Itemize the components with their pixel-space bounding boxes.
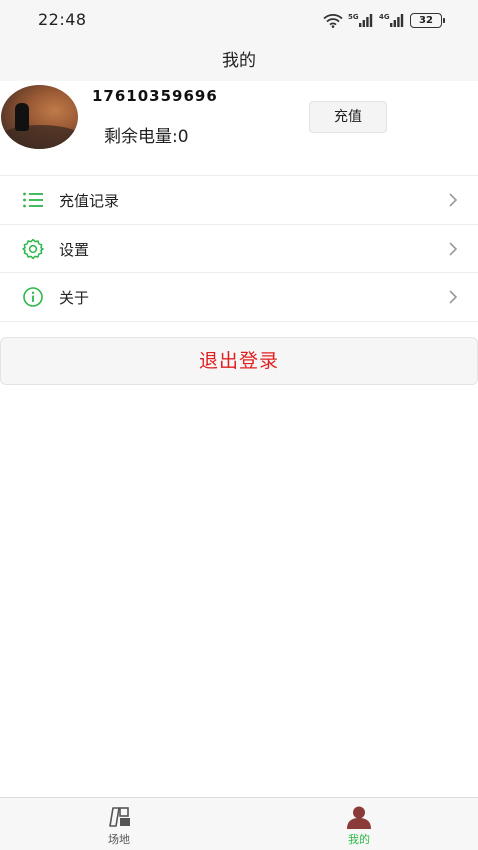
- user-phone: 17610359696: [92, 87, 218, 105]
- battery-level: 32: [419, 14, 433, 26]
- menu-item-label: 充值记录: [59, 192, 120, 210]
- avatar[interactable]: [1, 85, 78, 149]
- chevron-right-icon: [449, 193, 458, 207]
- person-icon: [347, 806, 371, 829]
- tab-mine[interactable]: 我的: [299, 798, 419, 850]
- tab-label: 我的: [348, 833, 370, 846]
- signal-4g-icon: 4G: [379, 13, 404, 27]
- menu-item-recharge-records[interactable]: 充值记录: [0, 176, 478, 225]
- menu-item-label: 设置: [59, 240, 90, 259]
- avatar-background: [1, 125, 78, 149]
- logout-button[interactable]: 退出登录: [0, 337, 478, 385]
- menu-item-about[interactable]: 关于: [0, 273, 478, 322]
- app-screen: 22:48 5G 4G 32 我的 17610359696 剩余电量:0 充值 …: [0, 0, 478, 850]
- status-icons: 5G 4G 32: [323, 11, 445, 29]
- wifi-icon: [323, 13, 343, 28]
- tab-venue[interactable]: 场地: [59, 798, 179, 850]
- avatar-figure: [15, 103, 29, 131]
- info-icon: [23, 287, 43, 307]
- battery-icon: 32: [410, 12, 445, 28]
- list-icon: [23, 192, 43, 208]
- tab-label: 场地: [108, 833, 130, 846]
- recharge-button[interactable]: 充值: [309, 101, 387, 133]
- gear-icon: [22, 238, 44, 259]
- venue-icon: [109, 807, 130, 827]
- status-time: 22:48: [38, 10, 87, 29]
- chevron-right-icon: [449, 290, 458, 304]
- signal-5g-icon: 5G: [348, 13, 373, 27]
- balance-text: 剩余电量:0: [104, 127, 189, 147]
- page-title: 我的: [222, 51, 256, 71]
- settings-menu: 充值记录 设置 关于: [0, 175, 478, 322]
- menu-item-settings[interactable]: 设置: [0, 224, 478, 273]
- bottom-tab-bar: 场地 我的: [0, 797, 478, 850]
- network-label-4g: 4G: [379, 13, 390, 21]
- header: 我的: [0, 38, 478, 81]
- chevron-right-icon: [449, 241, 458, 256]
- profile-card: 17610359696 剩余电量:0 充值: [0, 81, 478, 175]
- network-label-5g: 5G: [348, 13, 359, 21]
- status-bar: 22:48 5G 4G 32: [0, 0, 478, 38]
- menu-item-label: 关于: [59, 289, 90, 307]
